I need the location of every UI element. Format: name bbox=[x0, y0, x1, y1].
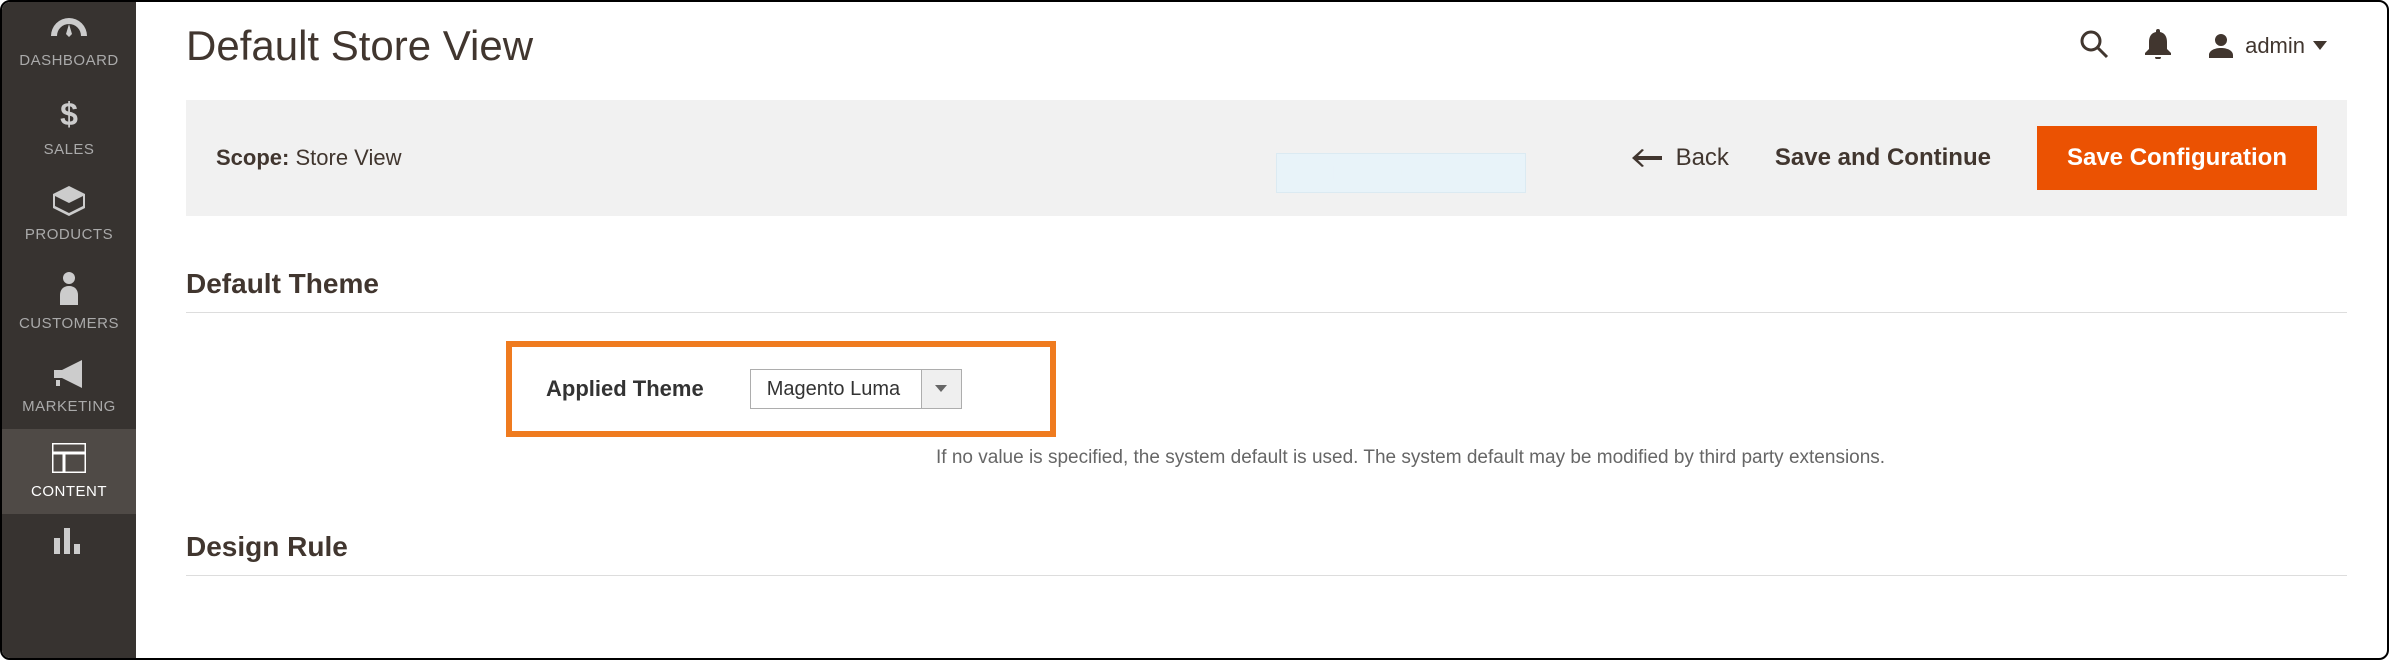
bullhorn-icon bbox=[2, 360, 136, 392]
person-icon bbox=[2, 271, 136, 309]
sidebar-item-customers[interactable]: CUSTOMERS bbox=[2, 257, 136, 346]
sidebar-item-label: CUSTOMERS bbox=[2, 315, 136, 332]
back-button[interactable]: Back bbox=[1632, 144, 1729, 172]
chevron-down-icon bbox=[2313, 41, 2327, 51]
scope-label: Scope: bbox=[216, 145, 289, 170]
action-bar: Scope: Store View Back Save and Continue… bbox=[186, 100, 2347, 216]
chevron-down-icon bbox=[921, 370, 961, 408]
svg-text:$: $ bbox=[60, 97, 78, 131]
applied-theme-select[interactable]: Magento Luma bbox=[750, 369, 962, 409]
page-title: Default Store View bbox=[186, 22, 533, 70]
header-tools: admin bbox=[2079, 29, 2347, 64]
box-icon bbox=[2, 186, 136, 220]
sidebar-item-label: MARKETING bbox=[2, 398, 136, 415]
applied-theme-row: Applied Theme Magento Luma bbox=[186, 341, 2347, 437]
sidebar-item-dashboard[interactable]: DASHBOARD bbox=[2, 2, 136, 83]
page-header: Default Store View admin bbox=[186, 2, 2347, 100]
scope-indicator: Scope: Store View bbox=[216, 145, 401, 171]
applied-theme-select-value: Magento Luma bbox=[751, 378, 921, 401]
section-title-default-theme: Default Theme bbox=[186, 216, 2347, 312]
gauge-icon bbox=[2, 16, 136, 46]
applied-theme-highlight: Applied Theme Magento Luma bbox=[506, 341, 1056, 437]
admin-account-label: admin bbox=[2245, 33, 2305, 59]
bell-icon[interactable] bbox=[2145, 29, 2171, 64]
main-content: Default Store View admin Scope: Store V bbox=[136, 2, 2387, 658]
sidebar-item-label: PRODUCTS bbox=[2, 226, 136, 243]
sidebar-item-marketing[interactable]: MARKETING bbox=[2, 346, 136, 429]
applied-theme-label: Applied Theme bbox=[546, 376, 704, 402]
search-icon[interactable] bbox=[2079, 29, 2109, 64]
page-actions: Back Save and Continue Save Configuratio… bbox=[1632, 126, 2317, 190]
sidebar-item-label: CONTENT bbox=[2, 483, 136, 500]
sidebar-item-content[interactable]: CONTENT bbox=[2, 429, 136, 514]
applied-theme-help-text: If no value is specified, the system def… bbox=[936, 437, 2347, 469]
save-configuration-button[interactable]: Save Configuration bbox=[2037, 126, 2317, 190]
arrow-left-icon bbox=[1632, 149, 1662, 167]
scope-value: Store View bbox=[295, 145, 401, 170]
sidebar-item-label: SALES bbox=[2, 141, 136, 158]
sidebar-item-sales[interactable]: $ SALES bbox=[2, 83, 136, 172]
section-divider bbox=[186, 575, 2347, 576]
dollar-icon: $ bbox=[2, 97, 136, 135]
section-title-design-rule: Design Rule bbox=[186, 469, 2347, 575]
sidebar-item-products[interactable]: PRODUCTS bbox=[2, 172, 136, 257]
reports-icon bbox=[2, 528, 136, 558]
back-button-label: Back bbox=[1676, 144, 1729, 172]
layout-icon bbox=[2, 443, 136, 477]
admin-sidebar: DASHBOARD $ SALES PRODUCTS CUSTOMERS MAR… bbox=[2, 2, 136, 658]
sidebar-item-reports[interactable] bbox=[2, 514, 136, 578]
section-divider bbox=[186, 312, 2347, 313]
admin-account-menu[interactable]: admin bbox=[2207, 32, 2329, 60]
sidebar-item-label: DASHBOARD bbox=[2, 52, 136, 69]
save-and-continue-button[interactable]: Save and Continue bbox=[1775, 144, 1991, 172]
